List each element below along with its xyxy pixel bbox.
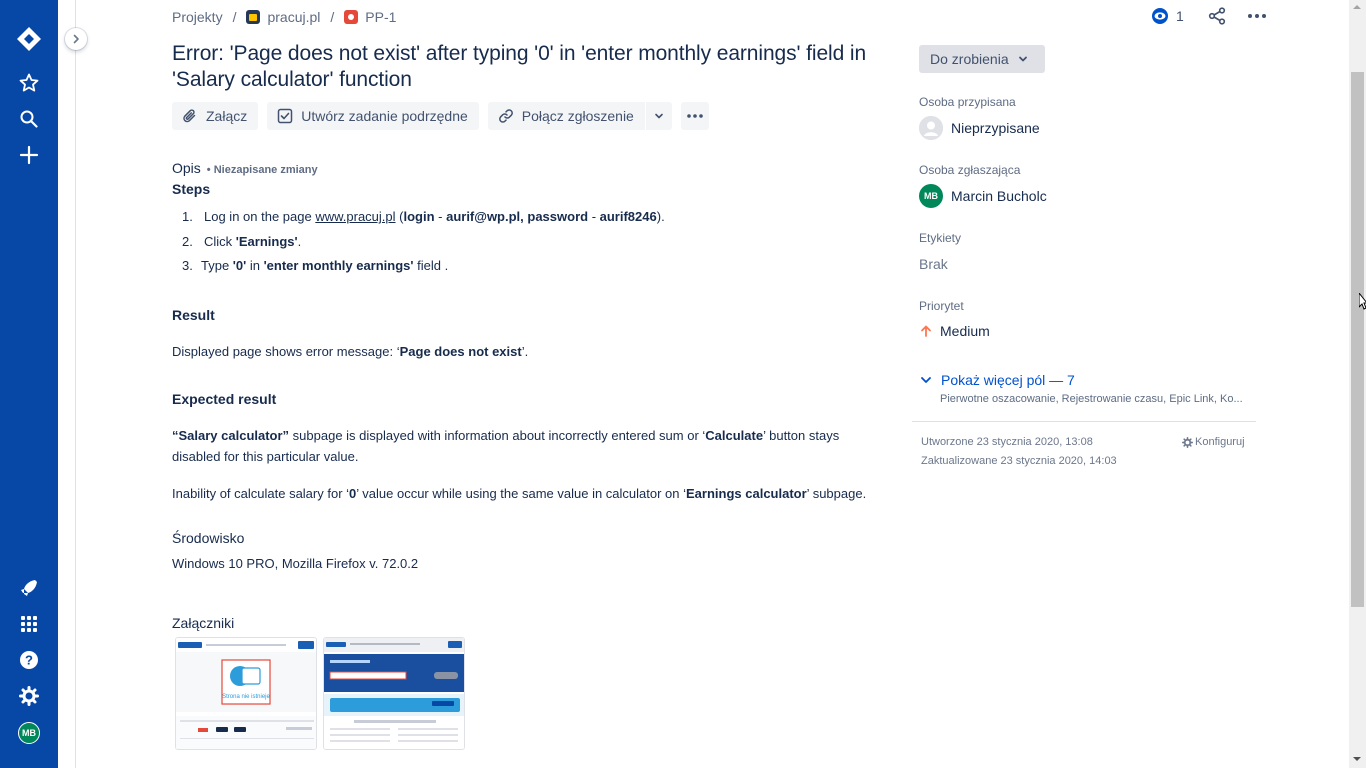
- link-icon: [497, 107, 515, 125]
- breadcrumb-separator: /: [232, 9, 237, 25]
- divider: [912, 421, 1256, 422]
- attach-button[interactable]: Załącz: [172, 102, 259, 130]
- settings-icon[interactable]: [13, 680, 45, 712]
- ellipsis-icon: [1248, 14, 1266, 18]
- pracuj-link[interactable]: www.pracuj.pl: [315, 209, 395, 224]
- labels-value[interactable]: Brak: [919, 256, 948, 272]
- eye-icon: [1152, 8, 1168, 24]
- attachments-label: Załączniki: [172, 615, 235, 631]
- steps-heading: Steps: [172, 181, 211, 197]
- help-icon[interactable]: ?: [13, 644, 45, 676]
- apps-grid-icon[interactable]: [13, 608, 45, 640]
- chevron-down-icon: [655, 113, 663, 119]
- more-actions-button[interactable]: [1245, 5, 1269, 27]
- step-item: 2. Click 'Earnings'.: [182, 234, 302, 249]
- unsaved-changes-indicator: • Niezapisane zmiany: [206, 164, 318, 176]
- gear-icon: [1182, 436, 1193, 448]
- svg-text:?: ?: [25, 653, 33, 668]
- chevron-down-icon: [921, 377, 931, 383]
- reporter-label: Osoba zgłaszająca: [919, 163, 1021, 177]
- breadcrumb-project[interactable]: pracuj.pl: [267, 9, 320, 25]
- watcher-count: 1: [1176, 8, 1184, 24]
- issue-action-bar: Załącz Utwórz zadanie podrzędne Połącz z…: [172, 102, 718, 130]
- configure-button[interactable]: Konfiguruj: [1182, 436, 1245, 448]
- scrollbar-thumb[interactable]: [1351, 72, 1364, 607]
- show-more-fields[interactable]: Pokaż więcej pól — 7 Pierwotne oszacowan…: [919, 372, 1243, 405]
- bug-type-icon: [344, 10, 359, 24]
- rocket-icon[interactable]: [13, 572, 45, 604]
- vertical-scrollbar[interactable]: [1349, 0, 1366, 768]
- ellipsis-icon: [687, 114, 703, 118]
- assignee-value: Nieprzypisane: [951, 120, 1040, 136]
- scroll-down-arrow[interactable]: [1353, 757, 1361, 761]
- result-text: Displayed page shows error message: ‘Pag…: [172, 344, 529, 359]
- star-icon[interactable]: [13, 67, 45, 99]
- user-avatar[interactable]: MB: [18, 722, 40, 744]
- priority-value: Medium: [940, 323, 990, 339]
- unassigned-avatar-icon: [919, 116, 943, 140]
- share-icon: [1208, 7, 1226, 25]
- labels-label: Etykiety: [919, 231, 962, 245]
- description-header: Opis • Niezapisane zmiany: [172, 160, 318, 176]
- chevron-right-icon: [73, 34, 79, 44]
- inability-text: Inability of calculate salary for ‘0’ va…: [172, 486, 867, 501]
- mouse-cursor-icon: [1359, 293, 1366, 310]
- jira-logo-icon[interactable]: [13, 23, 45, 55]
- paperclip-icon: [181, 107, 199, 125]
- priority-label: Priorytet: [919, 299, 964, 313]
- project-avatar-icon: [246, 10, 261, 24]
- issue-title[interactable]: Error: 'Page does not exist' after typin…: [172, 41, 872, 93]
- updated-date: Zaktualizowane 23 stycznia 2020, 14:03: [921, 455, 1117, 467]
- breadcrumb-issue-key[interactable]: PP-1: [365, 9, 396, 25]
- reporter-field[interactable]: MB Marcin Bucholc: [919, 184, 1047, 208]
- chevron-down-icon: [1018, 56, 1027, 62]
- global-navigation: ? MB: [0, 0, 58, 768]
- attachment-thumbnail[interactable]: Strona nie istnieje: [175, 637, 317, 750]
- expected-result-heading: Expected result: [172, 391, 277, 407]
- environment-value[interactable]: Windows 10 PRO, Mozilla Firefox v. 72.0.…: [172, 556, 418, 571]
- link-issue-dropdown-button[interactable]: [645, 102, 672, 130]
- watch-button[interactable]: 1: [1150, 6, 1184, 26]
- assignee-field[interactable]: Nieprzypisane: [919, 116, 1040, 140]
- breadcrumb-separator: /: [330, 9, 335, 25]
- step-item: 1. Log in on the page www.pracuj.pl (logi…: [182, 209, 665, 224]
- status-label: Do zrobienia: [930, 51, 1009, 67]
- priority-field[interactable]: Medium: [919, 323, 990, 339]
- step-item: 3. Type '0' in 'enter monthly earnings' f…: [182, 258, 449, 273]
- result-heading: Result: [172, 307, 215, 323]
- reporter-avatar: MB: [919, 184, 943, 208]
- thumbnail-caption: Strona nie istnieje: [222, 694, 270, 700]
- more-fields-summary: Pierwotne oszacowanie, Rejestrowanie cza…: [940, 393, 1243, 405]
- attach-label: Załącz: [206, 108, 248, 124]
- attachment-thumbnail[interactable]: [323, 637, 465, 750]
- description-label: Opis: [172, 160, 201, 176]
- expand-sidebar-button[interactable]: [65, 28, 87, 50]
- link-issue-label: Połącz zgłoszenie: [521, 108, 634, 124]
- status-dropdown-button[interactable]: Do zrobienia: [919, 45, 1045, 73]
- collapsed-sidebar: [58, 0, 76, 768]
- environment-label: Środowisko: [172, 530, 245, 546]
- created-date: Utworzone 23 stycznia 2020, 13:08: [921, 436, 1093, 448]
- priority-medium-icon: [921, 325, 931, 337]
- show-more-fields-link[interactable]: Pokaż więcej pól — 7: [919, 372, 1243, 388]
- create-subtask-button[interactable]: Utwórz zadanie podrzędne: [267, 102, 479, 130]
- create-plus-icon[interactable]: [13, 139, 45, 171]
- share-button[interactable]: [1205, 5, 1229, 27]
- scroll-up-arrow[interactable]: [1353, 5, 1361, 9]
- more-issue-actions-button[interactable]: [680, 102, 709, 130]
- link-issue-button[interactable]: Połącz zgłoszenie: [487, 102, 645, 130]
- breadcrumb-projects[interactable]: Projekty: [172, 9, 223, 25]
- create-subtask-label: Utwórz zadanie podrzędne: [301, 108, 468, 124]
- subtask-icon: [276, 107, 294, 125]
- search-icon[interactable]: [13, 103, 45, 135]
- expected-result-text: “Salary calculator” subpage is displayed…: [172, 428, 840, 464]
- assignee-label: Osoba przypisana: [919, 95, 1016, 109]
- reporter-value: Marcin Bucholc: [951, 188, 1047, 204]
- breadcrumb: Projekty / pracuj.pl / PP-1: [172, 8, 396, 26]
